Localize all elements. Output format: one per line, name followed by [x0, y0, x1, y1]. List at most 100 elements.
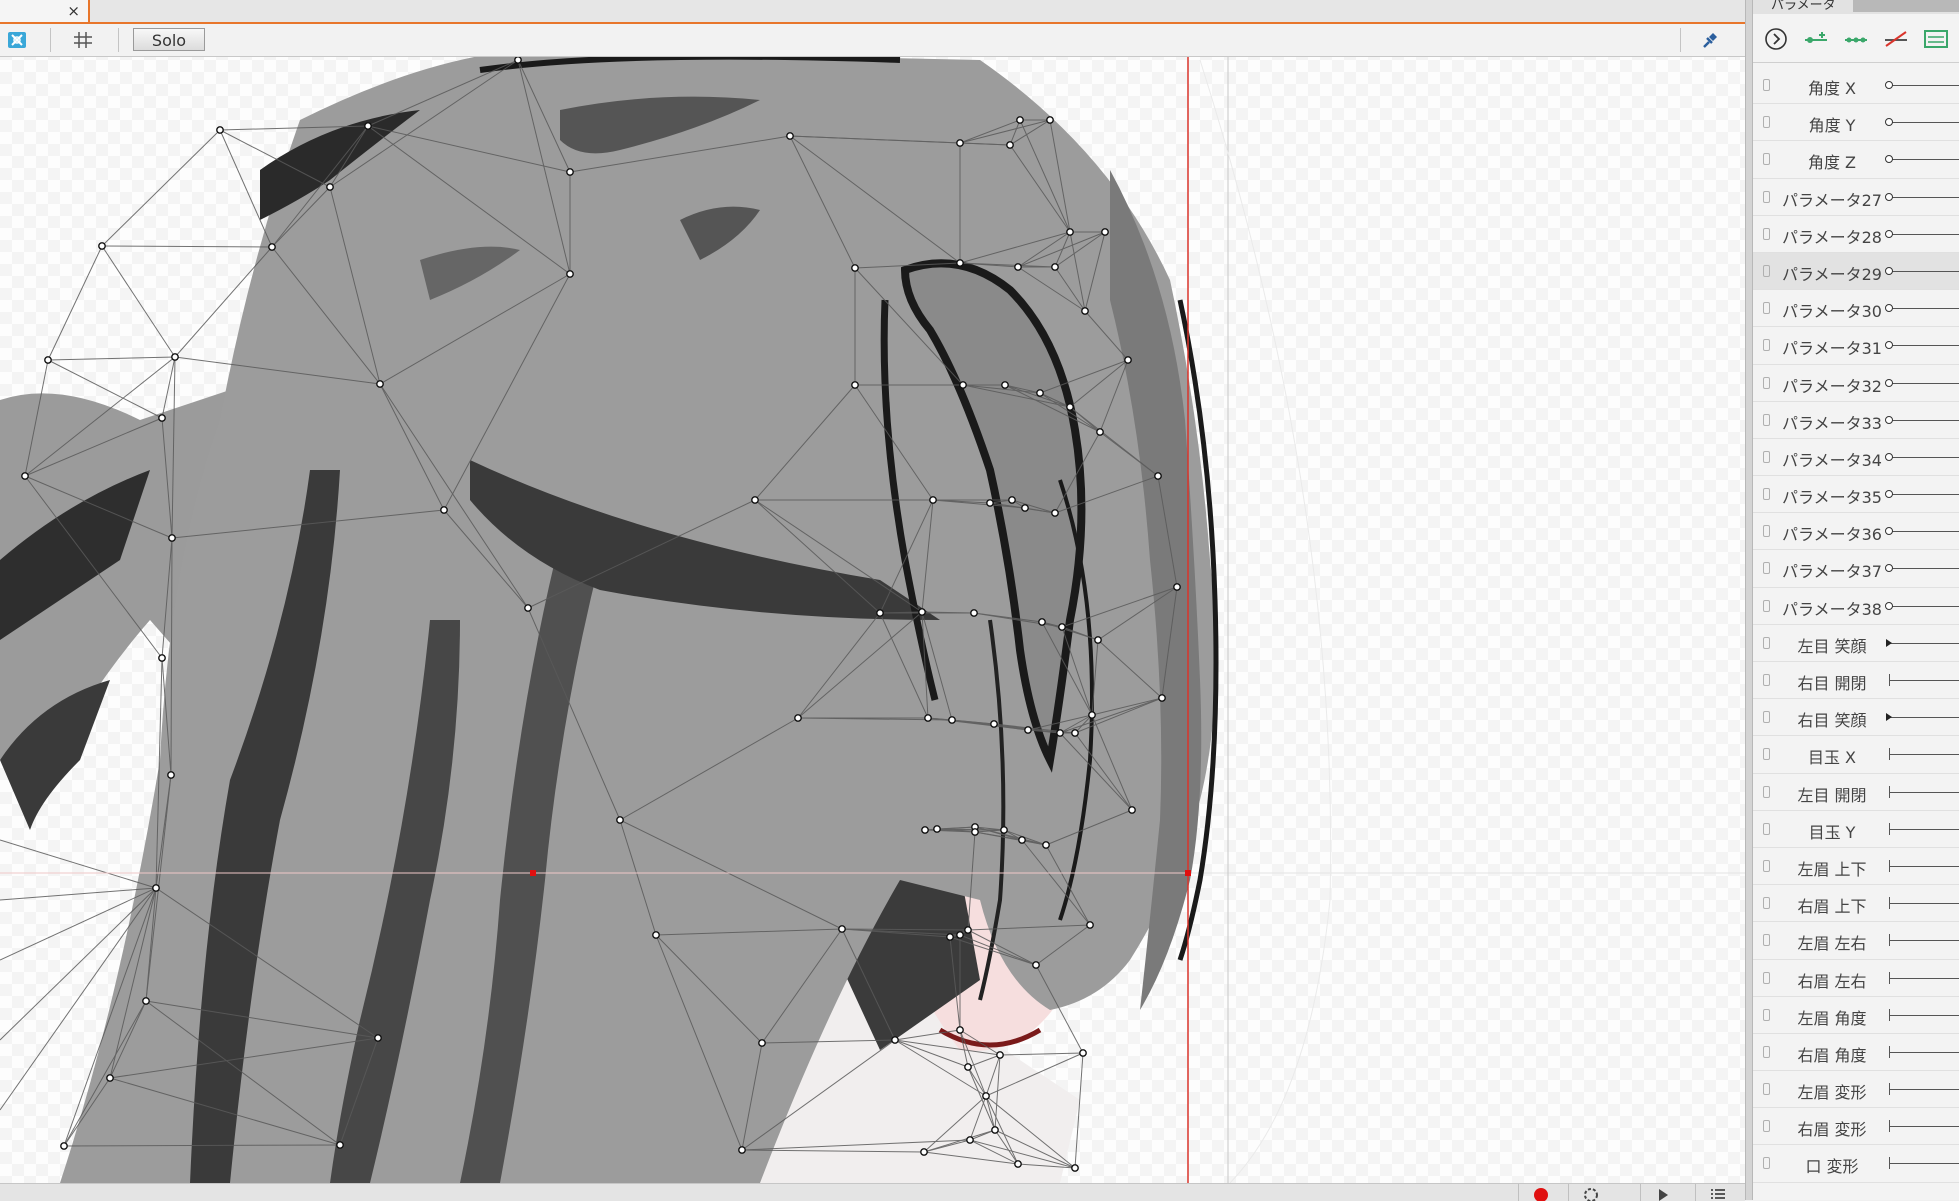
mesh-vertex[interactable] — [876, 609, 884, 617]
mesh-vertex[interactable] — [1128, 806, 1136, 814]
parameter-slider[interactable] — [1889, 308, 1959, 310]
slider-handle[interactable] — [1889, 822, 1890, 835]
parameter-row[interactable]: パラメータ30 — [1753, 290, 1959, 328]
mesh-vertex[interactable] — [171, 353, 179, 361]
mesh-vertex[interactable] — [440, 506, 448, 514]
mesh-vertex[interactable] — [1001, 381, 1009, 389]
mesh-vertex[interactable] — [1096, 428, 1104, 436]
parameter-slider[interactable] — [1889, 754, 1959, 756]
mesh-vertex[interactable] — [970, 609, 978, 617]
parameter-row[interactable]: 左目 開閉 — [1753, 774, 1959, 811]
mesh-vertex[interactable] — [514, 57, 522, 64]
mesh-vertex[interactable] — [1024, 726, 1032, 734]
mesh-vertex[interactable] — [920, 1148, 928, 1156]
mesh-vertex[interactable] — [966, 1136, 974, 1144]
slider-handle[interactable] — [1885, 490, 1893, 499]
lock-icon[interactable] — [1763, 1083, 1770, 1096]
parameter-slider[interactable] — [1889, 456, 1959, 458]
mesh-vertex[interactable] — [751, 496, 759, 504]
mesh-vertex[interactable] — [1014, 1160, 1022, 1168]
mesh-vertex[interactable] — [1046, 116, 1054, 124]
mesh-vertex[interactable] — [851, 381, 859, 389]
slider-handle[interactable] — [1889, 674, 1890, 686]
lock-icon[interactable] — [1763, 971, 1770, 984]
mesh-vertex[interactable] — [1081, 307, 1089, 315]
mesh-vertex[interactable] — [152, 884, 160, 892]
mesh-vertex[interactable] — [524, 604, 532, 612]
mesh-vertex[interactable] — [1036, 389, 1044, 397]
parameter-row[interactable]: パラメータ33 — [1753, 402, 1959, 439]
mesh-vertex[interactable] — [891, 1036, 899, 1044]
mesh-vertex[interactable] — [956, 259, 964, 267]
mesh-vertex[interactable] — [652, 931, 660, 939]
parameter-slider[interactable] — [1889, 159, 1959, 161]
mesh-vertex[interactable] — [44, 356, 52, 364]
lock-icon[interactable] — [1763, 525, 1770, 538]
panel-tab-strip[interactable] — [1853, 0, 1959, 12]
lock-icon[interactable] — [1763, 153, 1770, 166]
slider-handle[interactable] — [1889, 859, 1890, 872]
parameter-row[interactable]: 目玉 X — [1753, 736, 1959, 774]
parameter-slider[interactable] — [1889, 940, 1959, 942]
mesh-vertex[interactable] — [964, 926, 972, 934]
parameter-row[interactable]: 右眉 変形 — [1753, 1108, 1959, 1146]
mesh-vertex[interactable] — [758, 1039, 766, 1047]
parameter-slider[interactable] — [1889, 1126, 1959, 1128]
lock-icon[interactable] — [1763, 785, 1770, 798]
parameter-row[interactable]: 角度 X — [1753, 67, 1959, 105]
mesh-vertex[interactable] — [1021, 504, 1029, 512]
parameter-slider[interactable] — [1889, 233, 1959, 235]
mesh-vertex[interactable] — [956, 931, 964, 939]
parameter-row[interactable]: 左目 笑顔 — [1753, 625, 1959, 662]
parameter-slider[interactable] — [1889, 494, 1959, 496]
parameter-slider[interactable] — [1889, 270, 1959, 272]
mesh-vertex[interactable] — [168, 534, 176, 542]
parameter-slider[interactable] — [1889, 865, 1959, 867]
lock-icon[interactable] — [1763, 79, 1770, 91]
lock-icon[interactable] — [1763, 376, 1770, 389]
list-button[interactable] — [1695, 1184, 1740, 1201]
parameter-row[interactable]: 左眉 角度 — [1753, 997, 1959, 1034]
tab-close-button[interactable]: × — [67, 1, 80, 21]
mesh-vertex[interactable] — [738, 1146, 746, 1154]
mesh-vertex[interactable] — [929, 496, 937, 504]
slider-handle[interactable] — [1885, 341, 1893, 350]
parameter-row[interactable]: パラメータ28 — [1753, 216, 1959, 253]
parameter-row[interactable]: 左眉 上下 — [1753, 848, 1959, 886]
lock-icon[interactable] — [1763, 859, 1770, 872]
mesh-vertex[interactable] — [990, 720, 998, 728]
panel-splitter[interactable] — [1745, 0, 1753, 1200]
slider-handle[interactable] — [1889, 971, 1890, 984]
parameter-slider[interactable] — [1889, 1051, 1959, 1053]
slider-handle[interactable] — [1885, 601, 1893, 610]
parameter-slider[interactable] — [1889, 1163, 1959, 1165]
slider-handle[interactable] — [1889, 1120, 1890, 1133]
parameter-row[interactable]: パラメータ32 — [1753, 365, 1959, 402]
mesh-vertex[interactable] — [1018, 836, 1026, 844]
play-button[interactable] — [1640, 1184, 1685, 1201]
lock-icon[interactable] — [1763, 822, 1770, 835]
mesh-vertex[interactable] — [98, 242, 106, 250]
parameter-slider[interactable] — [1889, 791, 1959, 793]
param-view-icon[interactable] — [1921, 24, 1951, 54]
mesh-vertex[interactable] — [1071, 729, 1079, 737]
slider-handle[interactable] — [1889, 1083, 1890, 1096]
slider-handle[interactable] — [1889, 785, 1890, 798]
parameter-slider[interactable] — [1889, 122, 1959, 124]
mesh-vertex[interactable] — [142, 997, 150, 1005]
parameter-slider[interactable] — [1889, 680, 1959, 681]
settings-button[interactable] — [1568, 1184, 1613, 1201]
slider-handle[interactable] — [1885, 415, 1893, 424]
slider-handle[interactable] — [1889, 748, 1890, 761]
slider-handle[interactable] — [1886, 638, 1892, 647]
mesh-vertex[interactable] — [1088, 711, 1096, 719]
slider-handle[interactable] — [1885, 527, 1893, 536]
lock-icon[interactable] — [1763, 636, 1770, 649]
mesh-vertex[interactable] — [948, 716, 956, 724]
lock-icon[interactable] — [1763, 897, 1770, 910]
mesh-vertex[interactable] — [1014, 263, 1022, 271]
mesh-vertex[interactable] — [1094, 636, 1102, 644]
play-circle-icon[interactable] — [1761, 24, 1791, 54]
slider-handle[interactable] — [1885, 564, 1893, 573]
mesh-vertex[interactable] — [158, 654, 166, 662]
